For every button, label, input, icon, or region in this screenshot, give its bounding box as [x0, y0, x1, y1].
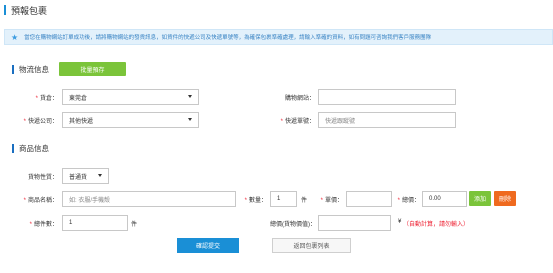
total-pieces-input[interactable]: 1	[62, 215, 128, 231]
back-to-list-button[interactable]: 返回包裹列表	[272, 238, 351, 253]
quantity-unit: 件	[301, 198, 308, 204]
warehouse-select-value: 東莞倉	[69, 95, 88, 102]
goods-section-heading: 商品信息	[12, 143, 49, 154]
product-name-label: * 商品名稱：	[8, 195, 58, 204]
total-pieces-unit: 件	[131, 222, 138, 228]
notice-text: 當您在購物網站訂單成功後，請將購物網站的發貨訊息，如貨件的快遞公司及快遞單號等，…	[24, 35, 432, 41]
currency-symbol: ¥	[398, 219, 402, 225]
submit-button[interactable]: 確認提交	[177, 238, 239, 253]
tracking-label: * 快遞單號：	[263, 116, 315, 125]
chevron-down-icon	[98, 174, 102, 177]
goods-nature-label: 貨物性質：	[27, 175, 58, 181]
declared-value-input[interactable]	[318, 215, 391, 231]
unit-price-label: * 單價：	[316, 195, 343, 204]
required-star: *	[280, 119, 283, 125]
logistics-heading-text: 物流信息	[19, 65, 49, 74]
title-accent-bar	[4, 5, 6, 15]
tracking-input[interactable]: 快遞跟蹤號	[318, 112, 456, 128]
required-star: *	[35, 96, 38, 102]
warehouse-select[interactable]: 東莞倉	[62, 89, 199, 105]
notice-bar: ★ 當您在購物網站訂單成功後，請將購物網站的發貨訊息，如貨件的快遞公司及快遞單號…	[4, 29, 553, 45]
shop-site-input[interactable]	[318, 89, 456, 105]
quantity-label-text: 數量：	[248, 198, 267, 204]
section-accent-bar	[12, 65, 14, 74]
section-accent-bar	[12, 144, 14, 153]
unit-price-input[interactable]	[346, 191, 392, 207]
delete-item-button[interactable]: 刪除	[494, 191, 516, 206]
total-pieces-label-text: 總件數：	[33, 222, 58, 228]
quantity-label: * 數量：	[239, 195, 267, 204]
auto-calc-hint: （自動計算，請勿輸入）	[403, 222, 470, 228]
warehouse-label-text: 貨倉：	[39, 96, 58, 102]
product-name-input[interactable]: 如: 衣服/手機殼	[62, 191, 236, 207]
goods-heading-text: 商品信息	[19, 144, 49, 153]
logistics-section-heading: 物流信息	[12, 64, 49, 75]
courier-label: * 快遞公司：	[8, 116, 58, 125]
quantity-input[interactable]: 1	[270, 191, 297, 207]
declared-value-label: 總價(貨物價值)：	[270, 222, 316, 228]
required-star: *	[23, 198, 26, 204]
total-price-label-text: 總價：	[401, 198, 420, 204]
required-star: *	[397, 198, 400, 204]
courier-label-text: 快遞公司：	[27, 119, 58, 125]
page-title: 預報包裹	[4, 4, 47, 16]
chevron-down-icon	[188, 118, 192, 121]
goods-nature-select[interactable]: 普通貨	[62, 168, 109, 184]
total-pieces-label: * 總件數：	[14, 219, 58, 228]
required-star: *	[244, 198, 247, 204]
chevron-down-icon	[188, 95, 192, 98]
shop-site-label: 購物網站：	[284, 96, 315, 102]
batch-prestore-button[interactable]: 批量預存	[59, 62, 126, 76]
goods-nature-value: 普通貨	[69, 174, 88, 181]
star-icon: ★	[11, 32, 19, 42]
page-title-text: 預報包裹	[11, 5, 48, 16]
courier-select-value: 其他快遞	[69, 118, 94, 125]
tracking-label-text: 快遞單號：	[284, 119, 315, 125]
product-name-label-text: 商品名稱：	[27, 198, 58, 204]
required-star: *	[320, 198, 323, 204]
total-price-label: * 總價：	[393, 195, 420, 204]
warehouse-label: * 貨倉：	[20, 93, 58, 102]
required-star: *	[23, 119, 26, 125]
unit-price-label-text: 單價：	[324, 198, 343, 204]
total-price-input[interactable]: 0.00	[422, 191, 467, 207]
add-item-button[interactable]: 添加	[469, 191, 491, 206]
required-star: *	[29, 222, 32, 228]
courier-select[interactable]: 其他快遞	[62, 112, 199, 128]
